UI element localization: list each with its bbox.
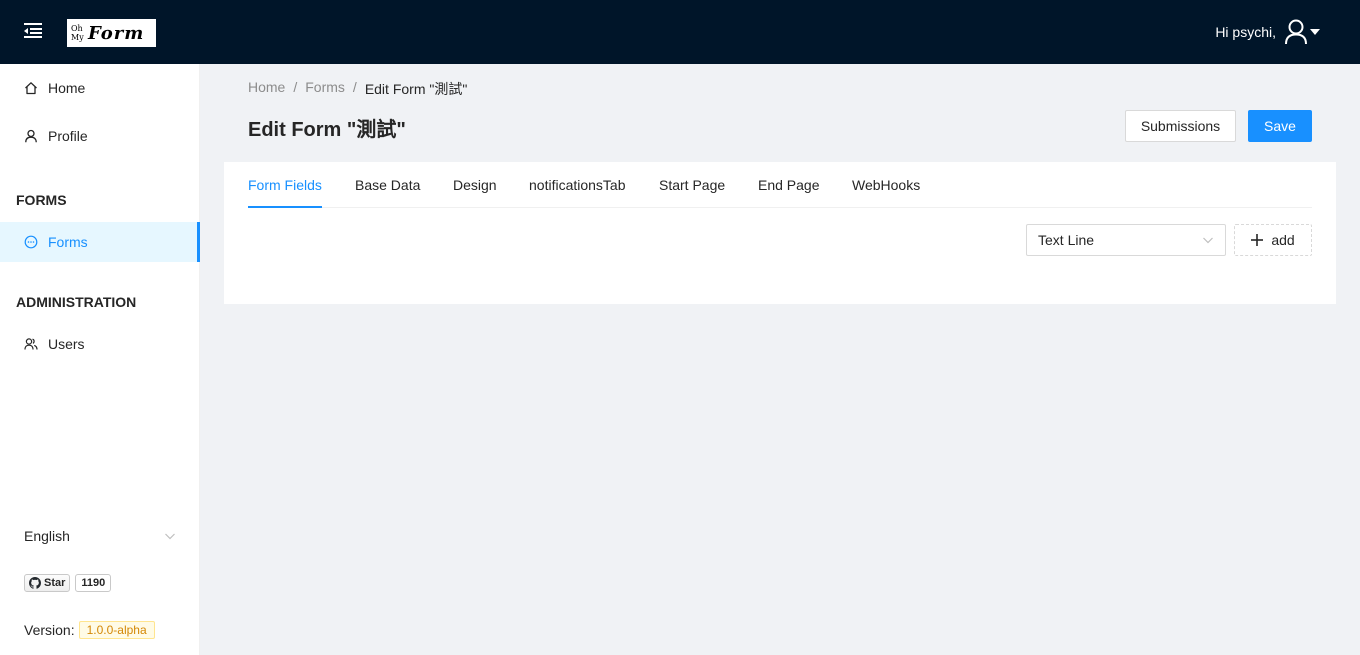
breadcrumb-separator: /: [293, 79, 298, 95]
chevron-down-icon: [165, 533, 175, 540]
breadcrumb: Home / Forms / Edit Form "測試": [248, 79, 467, 99]
tab-notifications[interactable]: notificationsTab: [529, 162, 626, 208]
page-title: Edit Form "測試": [248, 119, 406, 141]
user-avatar-icon: [1285, 19, 1307, 45]
logo-small-text: Oh My: [71, 24, 84, 42]
home-icon: [25, 82, 37, 95]
github-star-label: Star: [44, 577, 66, 589]
chevron-down-icon: [1203, 237, 1213, 244]
message-icon: [24, 235, 38, 249]
logo-big-text: Form: [88, 22, 145, 44]
section-title-administration: ADMINISTRATION: [16, 294, 137, 310]
section-title-forms: FORMS: [16, 192, 67, 208]
user-greeting: Hi psychi,: [1215, 24, 1276, 40]
tab-design[interactable]: Design: [453, 162, 497, 208]
github-star-count[interactable]: 1190: [75, 574, 112, 592]
breadcrumb-separator: /: [352, 79, 357, 95]
breadcrumb-forms[interactable]: Forms: [305, 79, 345, 99]
tab-end-page[interactable]: End Page: [758, 162, 820, 208]
field-type-value: Text Line: [1038, 232, 1095, 248]
top-header: Oh My Form Hi psychi,: [0, 0, 1360, 64]
team-icon: [24, 338, 38, 350]
tab-base-data[interactable]: Base Data: [355, 162, 420, 208]
tab-form-fields[interactable]: Form Fields: [248, 162, 322, 208]
github-star-button[interactable]: Star: [24, 574, 71, 592]
tab-webhooks[interactable]: WebHooks: [852, 162, 920, 208]
sidebar-item-users[interactable]: Users: [0, 324, 200, 364]
breadcrumb-home[interactable]: Home: [248, 79, 285, 99]
version-info: Version: 1.0.0-alpha: [24, 621, 155, 639]
plus-icon: [1251, 234, 1264, 246]
tab-start-page[interactable]: Start Page: [659, 162, 725, 208]
menu-fold-icon[interactable]: [24, 22, 42, 38]
sidebar: Home Profile FORMS Forms ADMINISTRATION …: [0, 64, 200, 655]
sidebar-item-home[interactable]: Home: [0, 68, 200, 108]
breadcrumb-current: Edit Form "測試": [364, 81, 468, 97]
add-field-button[interactable]: add: [1234, 224, 1312, 256]
version-tag: 1.0.0-alpha: [78, 621, 155, 639]
field-type-select[interactable]: Text Line: [1026, 224, 1226, 256]
language-value: English: [24, 528, 70, 544]
sidebar-item-label: Profile: [48, 128, 88, 144]
app-logo[interactable]: Oh My Form: [67, 19, 156, 47]
sidebar-item-label: Forms: [48, 234, 88, 250]
sidebar-item-profile[interactable]: Profile: [0, 116, 200, 156]
version-label: Version:: [24, 622, 75, 638]
github-icon: [29, 577, 41, 589]
language-select[interactable]: English: [24, 524, 176, 548]
user-menu[interactable]: Hi psychi,: [1215, 16, 1308, 48]
sidebar-item-forms[interactable]: Forms: [0, 222, 200, 262]
submissions-button[interactable]: Submissions: [1125, 110, 1236, 142]
save-button[interactable]: Save: [1248, 110, 1312, 142]
caret-down-icon[interactable]: [1310, 29, 1320, 35]
editor-tabs: Form Fields Base Data Design notificatio…: [248, 162, 1312, 208]
sidebar-item-label: Users: [48, 336, 85, 352]
sidebar-item-label: Home: [48, 80, 86, 96]
form-editor-card: Form Fields Base Data Design notificatio…: [224, 162, 1336, 304]
github-star-badge: Star 1190: [24, 574, 112, 592]
add-label: add: [1271, 232, 1295, 248]
user-icon: [25, 129, 37, 143]
